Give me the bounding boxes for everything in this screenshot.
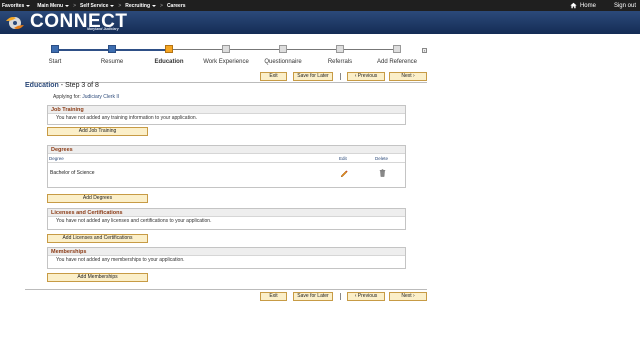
home-label: Home bbox=[579, 2, 596, 9]
delete-column-header: Delete bbox=[375, 156, 389, 161]
steps-scroll-right-icon[interactable]: › bbox=[422, 48, 427, 53]
button-divider bbox=[340, 293, 341, 300]
degrees-header: Degrees bbox=[48, 146, 405, 154]
exit-button[interactable]: Exit bbox=[260, 292, 287, 301]
menu-self-service-label: Self Service bbox=[80, 2, 109, 9]
sign-out-link[interactable]: Sign out bbox=[614, 3, 636, 9]
step-label: Work Experience bbox=[203, 59, 249, 65]
menu-main-menu[interactable]: Main Menu bbox=[37, 2, 70, 9]
menu-favorites-label: Favorites bbox=[2, 2, 25, 9]
step-marker bbox=[222, 45, 230, 53]
previous-button[interactable]: ‹ Previous bbox=[347, 72, 385, 81]
add-memberships-button[interactable]: Add Memberships bbox=[47, 273, 148, 282]
add-job-training-button[interactable]: Add Job Training bbox=[47, 127, 148, 136]
step-label: Start bbox=[48, 59, 62, 65]
degrees-column-headers: Degree Edit Delete bbox=[48, 154, 405, 163]
step-label: Education bbox=[154, 59, 184, 65]
previous-button-label: Previous bbox=[357, 293, 378, 299]
next-button-label: Next bbox=[401, 73, 412, 79]
button-divider bbox=[340, 73, 341, 80]
application-progress-steps: Start Resume Education Work Experience Q… bbox=[25, 44, 427, 68]
licenses-message: You have not added any licenses and cert… bbox=[56, 218, 212, 224]
add-licenses-button[interactable]: Add Licenses and Certifications bbox=[47, 234, 148, 243]
chevron-down-icon bbox=[152, 4, 157, 7]
bottom-divider bbox=[25, 289, 427, 290]
chevron-down-icon bbox=[26, 4, 31, 7]
step-questionnaire[interactable]: Questionnaire bbox=[253, 45, 313, 65]
next-button-label: Next bbox=[401, 293, 412, 299]
step-marker bbox=[279, 45, 287, 53]
table-row: Bachelor of Science bbox=[48, 163, 405, 183]
step-label: Questionnaire bbox=[264, 59, 302, 65]
connect-logo-icon[interactable] bbox=[3, 13, 28, 33]
step-education[interactable]: Education bbox=[139, 45, 199, 65]
page-title-text: Education bbox=[25, 82, 59, 89]
save-for-later-button[interactable]: Save for Later bbox=[293, 292, 333, 301]
menu-recruiting-label: Recruiting bbox=[125, 2, 151, 9]
menu-separator: > bbox=[73, 2, 76, 9]
step-label: Resume bbox=[100, 59, 124, 65]
edit-column-header: Edit bbox=[339, 156, 347, 161]
menu-separator: > bbox=[118, 2, 122, 9]
menu-main-menu-label: Main Menu bbox=[37, 2, 64, 9]
top-navigation-bar: Favorites Main Menu > Self Service > Rec… bbox=[0, 0, 640, 11]
exit-button[interactable]: Exit bbox=[260, 72, 287, 81]
applying-for-label: Applying for: bbox=[53, 94, 81, 100]
menu-favorites[interactable]: Favorites bbox=[2, 2, 31, 9]
step-marker bbox=[165, 45, 173, 53]
step-indicator: - Step 3 of 8 bbox=[60, 82, 99, 89]
save-for-later-button[interactable]: Save for Later bbox=[293, 72, 333, 81]
job-training-message: You have not added any training informat… bbox=[56, 115, 198, 121]
menu-careers-label: Careers bbox=[166, 2, 186, 9]
previous-button[interactable]: ‹ Previous bbox=[347, 292, 385, 301]
menu-separator: > bbox=[160, 2, 163, 9]
memberships-message: You have not added any memberships to yo… bbox=[56, 257, 185, 263]
trash-icon[interactable] bbox=[379, 169, 386, 177]
licenses-header: Licenses and Certifications bbox=[48, 209, 405, 217]
pencil-icon[interactable] bbox=[340, 169, 348, 177]
step-label: Add Reference bbox=[376, 59, 418, 65]
step-add-reference[interactable]: Add Reference bbox=[367, 45, 427, 65]
degree-name: Bachelor of Science bbox=[50, 170, 95, 176]
chevron-down-icon bbox=[65, 4, 70, 7]
memberships-section: Memberships You have not added any membe… bbox=[47, 247, 406, 269]
top-right-links: Home Sign out bbox=[570, 0, 636, 11]
top-button-bar: Exit Save for Later ‹ Previous Next › bbox=[25, 72, 427, 81]
step-marker bbox=[51, 45, 59, 53]
degrees-section: Degrees Degree Edit Delete Bachelor of S… bbox=[47, 145, 406, 188]
next-button[interactable]: Next › bbox=[389, 292, 427, 301]
previous-button-label: Previous bbox=[357, 73, 378, 79]
step-marker bbox=[393, 45, 401, 53]
menu-recruiting[interactable]: Recruiting bbox=[125, 2, 157, 9]
job-training-section: Job Training You have not added any trai… bbox=[47, 105, 406, 125]
step-marker bbox=[108, 45, 116, 53]
menu-careers[interactable]: Careers bbox=[167, 3, 186, 9]
page-title: Education - Step 3 of 8 bbox=[25, 82, 99, 89]
bottom-button-bar: Exit Save for Later ‹ Previous Next › bbox=[25, 292, 427, 301]
header-banner: CONNECT Maryland Judiciary bbox=[0, 11, 640, 34]
step-referrals[interactable]: Referrals bbox=[310, 45, 370, 65]
brand-tagline: Maryland Judiciary bbox=[87, 27, 119, 31]
memberships-header: Memberships bbox=[48, 248, 405, 256]
step-marker bbox=[336, 45, 344, 53]
step-work-experience[interactable]: Work Experience bbox=[196, 45, 256, 65]
home-link[interactable]: Home bbox=[570, 2, 596, 9]
licenses-section: Licenses and Certifications You have not… bbox=[47, 208, 406, 230]
home-icon bbox=[570, 2, 577, 9]
next-button[interactable]: Next › bbox=[389, 72, 427, 81]
degree-column-header: Degree bbox=[49, 156, 64, 161]
step-resume[interactable]: Resume bbox=[82, 45, 142, 65]
applying-for: Applying for: Judiciary Clerk II bbox=[53, 94, 119, 100]
step-start[interactable]: Start bbox=[25, 45, 85, 65]
job-training-header: Job Training bbox=[48, 106, 405, 114]
chevron-down-icon bbox=[110, 4, 115, 7]
job-title: Judiciary Clerk II bbox=[82, 94, 120, 100]
top-menu: Favorites Main Menu > Self Service > Rec… bbox=[0, 3, 193, 9]
step-label: Referrals bbox=[327, 59, 353, 65]
menu-self-service[interactable]: Self Service bbox=[80, 2, 115, 9]
add-degrees-button[interactable]: Add Degrees bbox=[47, 194, 148, 203]
